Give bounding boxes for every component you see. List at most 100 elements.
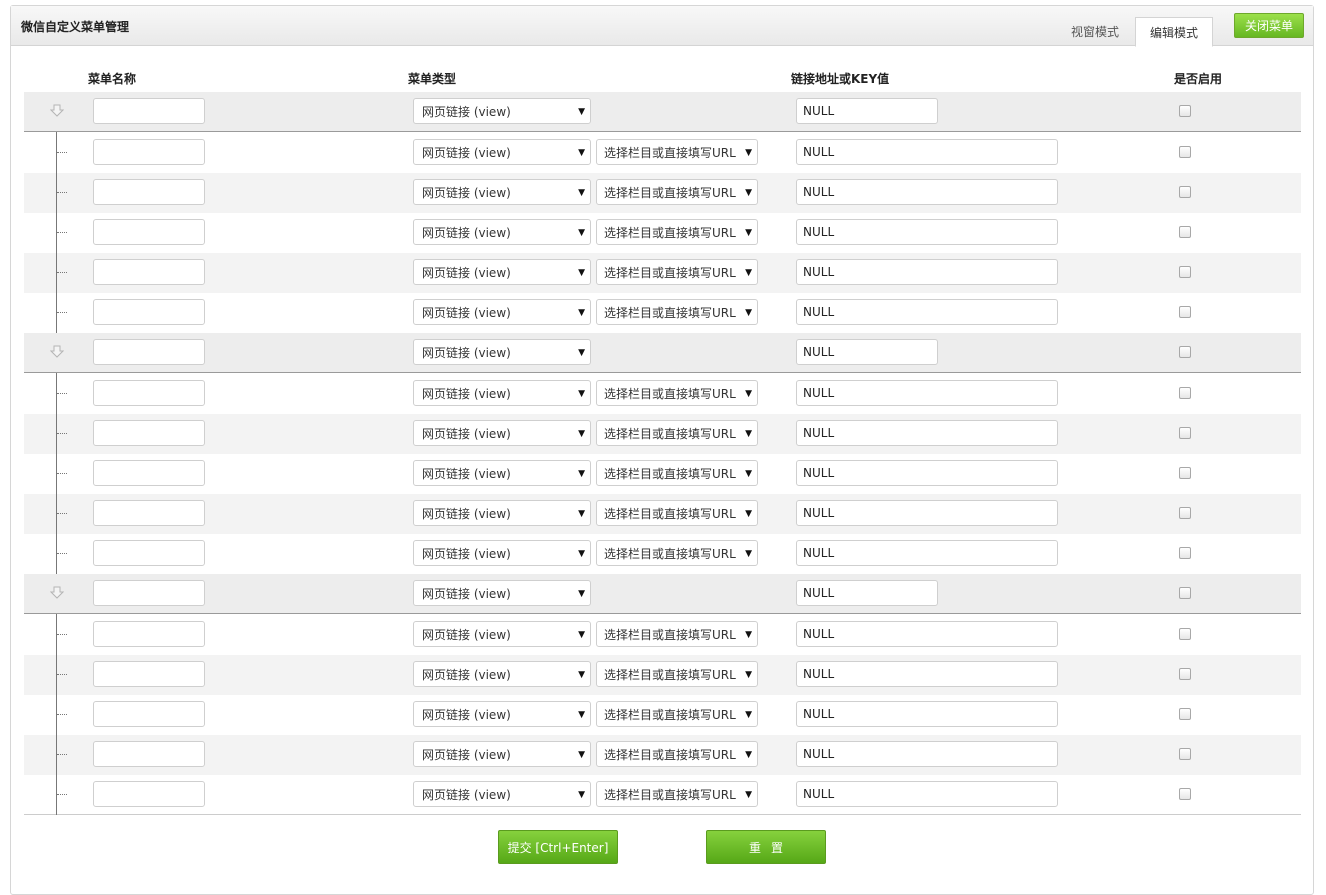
column-select[interactable]: 选择栏目或直接填写URL ▼ — [596, 219, 758, 245]
menu-type-select[interactable]: 网页链接 (view) ▼ — [413, 701, 591, 727]
link-url-input[interactable]: NULL — [796, 380, 1058, 406]
enabled-checkbox[interactable] — [1179, 427, 1191, 439]
column-select[interactable]: 选择栏目或直接填写URL ▼ — [596, 420, 758, 446]
tab-edit-mode[interactable]: 编辑模式 — [1135, 17, 1213, 47]
link-url-input[interactable]: NULL — [796, 580, 938, 606]
column-select[interactable]: 选择栏目或直接填写URL ▼ — [596, 621, 758, 647]
menu-type-value: 网页链接 (view) — [422, 467, 511, 481]
menu-type-select[interactable]: 网页链接 (view) ▼ — [413, 339, 591, 365]
enabled-checkbox[interactable] — [1179, 547, 1191, 559]
enabled-checkbox[interactable] — [1179, 587, 1191, 599]
enabled-checkbox[interactable] — [1179, 788, 1191, 800]
link-url-input[interactable]: NULL — [796, 621, 1058, 647]
menu-type-select[interactable]: 网页链接 (view) ▼ — [413, 98, 591, 124]
column-select[interactable]: 选择栏目或直接填写URL ▼ — [596, 540, 758, 566]
menu-name-input[interactable] — [93, 380, 205, 406]
menu-type-select[interactable]: 网页链接 (view) ▼ — [413, 580, 591, 606]
menu-type-select[interactable]: 网页链接 (view) ▼ — [413, 299, 591, 325]
submit-button[interactable]: 提交 [Ctrl+Enter] — [498, 830, 618, 864]
link-url-input[interactable]: NULL — [796, 701, 1058, 727]
enabled-checkbox[interactable] — [1179, 387, 1191, 399]
enabled-checkbox[interactable] — [1179, 306, 1191, 318]
enabled-checkbox[interactable] — [1179, 346, 1191, 358]
enabled-checkbox[interactable] — [1179, 628, 1191, 640]
column-select[interactable]: 选择栏目或直接填写URL ▼ — [596, 661, 758, 687]
enabled-checkbox[interactable] — [1179, 105, 1191, 117]
column-select[interactable]: 选择栏目或直接填写URL ▼ — [596, 380, 758, 406]
column-select[interactable]: 选择栏目或直接填写URL ▼ — [596, 259, 758, 285]
menu-type-select[interactable]: 网页链接 (view) ▼ — [413, 219, 591, 245]
column-header-name: 菜单名称 — [88, 72, 137, 86]
enabled-checkbox[interactable] — [1179, 266, 1191, 278]
menu-type-select[interactable]: 网页链接 (view) ▼ — [413, 420, 591, 446]
menu-type-select[interactable]: 网页链接 (view) ▼ — [413, 540, 591, 566]
column-select[interactable]: 选择栏目或直接填写URL ▼ — [596, 701, 758, 727]
link-url-input[interactable]: NULL — [796, 661, 1058, 687]
column-select[interactable]: 选择栏目或直接填写URL ▼ — [596, 299, 758, 325]
menu-name-input[interactable] — [93, 420, 205, 446]
close-menu-button[interactable]: 关闭菜单 — [1234, 13, 1304, 38]
column-select[interactable]: 选择栏目或直接填写URL ▼ — [596, 139, 758, 165]
column-select[interactable]: 选择栏目或直接填写URL ▼ — [596, 460, 758, 486]
expand-arrow-icon[interactable] — [49, 104, 65, 118]
menu-type-select[interactable]: 网页链接 (view) ▼ — [413, 781, 591, 807]
menu-name-input[interactable] — [93, 299, 205, 325]
column-select[interactable]: 选择栏目或直接填写URL ▼ — [596, 741, 758, 767]
link-url-input[interactable]: NULL — [796, 98, 938, 124]
menu-type-select[interactable]: 网页链接 (view) ▼ — [413, 179, 591, 205]
menu-name-input[interactable] — [93, 179, 205, 205]
enabled-checkbox[interactable] — [1179, 748, 1191, 760]
enabled-checkbox[interactable] — [1179, 668, 1191, 680]
link-url-input[interactable]: NULL — [796, 179, 1058, 205]
link-url-input[interactable]: NULL — [796, 741, 1058, 767]
menu-name-input[interactable] — [93, 701, 205, 727]
enabled-checkbox[interactable] — [1179, 708, 1191, 720]
reset-button[interactable]: 重置 — [706, 830, 826, 864]
enabled-checkbox[interactable] — [1179, 507, 1191, 519]
menu-name-input[interactable] — [93, 621, 205, 647]
column-select[interactable]: 选择栏目或直接填写URL ▼ — [596, 179, 758, 205]
menu-name-input[interactable] — [93, 139, 205, 165]
enabled-checkbox[interactable] — [1179, 226, 1191, 238]
menu-name-input[interactable] — [93, 781, 205, 807]
menu-type-select[interactable]: 网页链接 (view) ▼ — [413, 621, 591, 647]
menu-name-input[interactable] — [93, 219, 205, 245]
expand-arrow-icon[interactable] — [49, 345, 65, 359]
column-select[interactable]: 选择栏目或直接填写URL ▼ — [596, 500, 758, 526]
link-url-input[interactable]: NULL — [796, 259, 1058, 285]
menu-type-select[interactable]: 网页链接 (view) ▼ — [413, 500, 591, 526]
menu-type-select[interactable]: 网页链接 (view) ▼ — [413, 380, 591, 406]
menu-name-input[interactable] — [93, 540, 205, 566]
enabled-checkbox[interactable] — [1179, 467, 1191, 479]
menu-type-select[interactable]: 网页链接 (view) ▼ — [413, 741, 591, 767]
menu-type-select[interactable]: 网页链接 (view) ▼ — [413, 139, 591, 165]
menu-name-input[interactable] — [93, 339, 205, 365]
menu-row-child: 网页链接 (view) ▼ 选择栏目或直接填写URL ▼ NULL — [24, 534, 1301, 574]
menu-name-input[interactable] — [93, 98, 205, 124]
link-url-input[interactable]: NULL — [796, 139, 1058, 165]
link-url-input[interactable]: NULL — [796, 540, 1058, 566]
link-url-input[interactable]: NULL — [796, 299, 1058, 325]
tab-view-mode[interactable]: 视窗模式 — [1057, 17, 1133, 46]
link-url-input[interactable]: NULL — [796, 339, 938, 365]
menu-type-select[interactable]: 网页链接 (view) ▼ — [413, 661, 591, 687]
menu-name-input[interactable] — [93, 460, 205, 486]
link-url-input[interactable]: NULL — [796, 420, 1058, 446]
menu-type-select[interactable]: 网页链接 (view) ▼ — [413, 259, 591, 285]
menu-name-input[interactable] — [93, 259, 205, 285]
link-url-input[interactable]: NULL — [796, 781, 1058, 807]
menu-type-select[interactable]: 网页链接 (view) ▼ — [413, 460, 591, 486]
expand-arrow-icon[interactable] — [49, 586, 65, 600]
enabled-checkbox[interactable] — [1179, 186, 1191, 198]
menu-name-input[interactable] — [93, 661, 205, 687]
link-url-input[interactable]: NULL — [796, 500, 1058, 526]
enabled-checkbox[interactable] — [1179, 146, 1191, 158]
menu-name-input[interactable] — [93, 741, 205, 767]
menu-name-input[interactable] — [93, 580, 205, 606]
menu-row-parent: 网页链接 (view) ▼ NULL — [24, 333, 1301, 373]
menu-name-input[interactable] — [93, 500, 205, 526]
link-url-input[interactable]: NULL — [796, 460, 1058, 486]
menu-row-parent: 网页链接 (view) ▼ NULL — [24, 574, 1301, 614]
column-select[interactable]: 选择栏目或直接填写URL ▼ — [596, 781, 758, 807]
link-url-input[interactable]: NULL — [796, 219, 1058, 245]
